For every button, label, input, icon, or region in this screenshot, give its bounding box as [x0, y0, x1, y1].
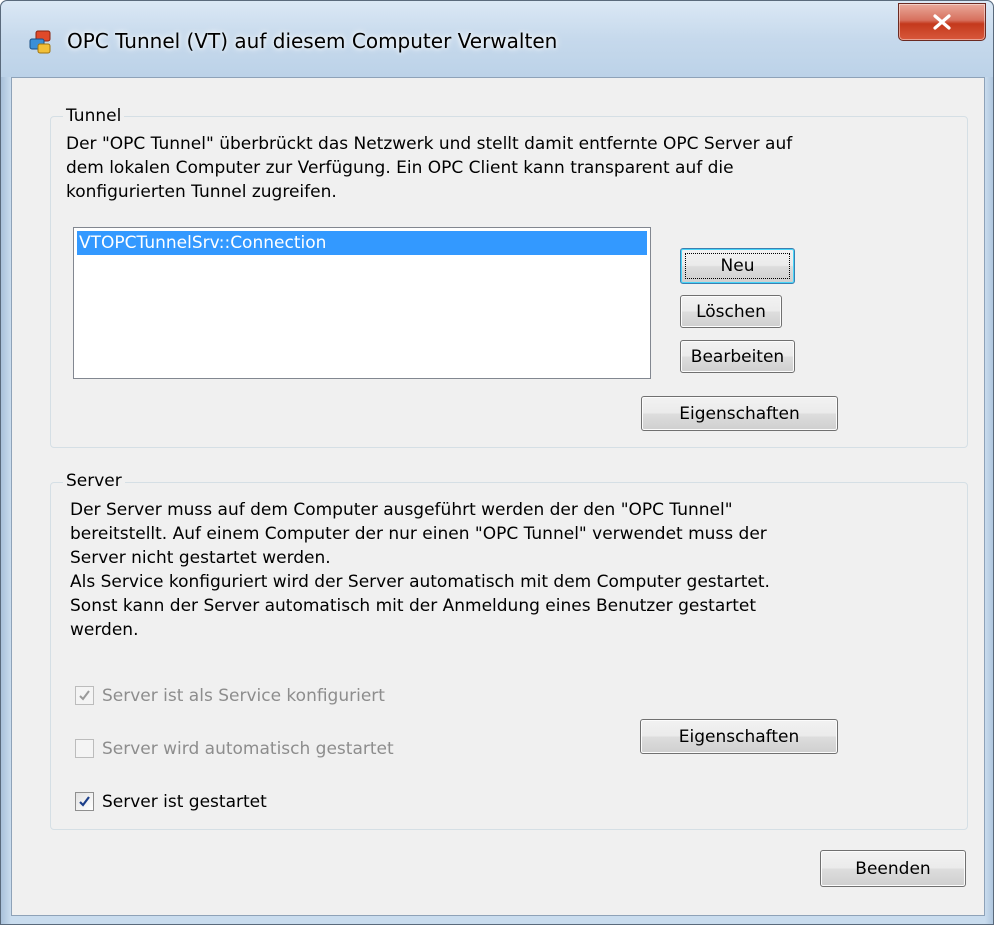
checkmark-icon: [79, 690, 90, 701]
tunnel-list-item[interactable]: VTOPCTunnelSrv::Connection: [77, 231, 647, 255]
server-description-line: Der Server muss auf dem Computer ausgefü…: [70, 500, 733, 520]
new-tunnel-button[interactable]: Neu: [680, 248, 795, 284]
tunnel-description-line: Der "OPC Tunnel" überbrückt das Netzwerk…: [66, 134, 793, 154]
edit-tunnel-button[interactable]: Bearbeiten: [680, 340, 795, 373]
opc-app-icon: [29, 30, 51, 54]
tunnel-listbox[interactable]: VTOPCTunnelSrv::Connection: [73, 227, 651, 379]
autostart-checkbox[interactable]: [75, 739, 94, 758]
autostart-checkbox-row: Server wird automatisch gestartet: [75, 738, 455, 762]
server-description-line: Als Service konfiguriert wird der Server…: [70, 572, 770, 592]
new-tunnel-button-label: Neu: [720, 256, 755, 276]
server-group-label: Server: [63, 471, 125, 491]
server-started-checkbox-row: Server ist gestartet: [75, 791, 375, 815]
tunnel-group-label: Tunnel: [63, 106, 125, 126]
server-properties-button[interactable]: Eigenschaften: [640, 719, 838, 754]
window-title: OPC Tunnel (VT) auf diesem Computer Verw…: [67, 29, 558, 53]
server-description-line: Server nicht gestartet werden.: [70, 548, 331, 568]
autostart-label: Server wird automatisch gestartet: [102, 739, 394, 759]
dialog-window: OPC Tunnel (VT) auf diesem Computer Verw…: [0, 0, 994, 925]
title-bar[interactable]: OPC Tunnel (VT) auf diesem Computer Verw…: [1, 1, 993, 77]
exit-button[interactable]: Beenden: [820, 850, 966, 887]
close-icon: [933, 14, 951, 30]
delete-tunnel-button[interactable]: Löschen: [680, 295, 782, 328]
server-description-line: werden.: [70, 620, 139, 640]
server-description-line: Sonst kann der Server automatisch mit de…: [70, 596, 757, 616]
server-started-label: Server ist gestartet: [102, 792, 267, 812]
tunnel-description-line: konfigurierten Tunnel zugreifen.: [66, 182, 337, 202]
server-description-line: bereitstellt. Auf einem Computer der nur…: [70, 524, 767, 544]
close-button[interactable]: [898, 3, 986, 41]
tunnel-properties-button[interactable]: Eigenschaften: [641, 396, 838, 431]
server-description: Der Server muss auf dem Computer ausgefü…: [70, 498, 770, 642]
server-started-checkbox[interactable]: [75, 792, 94, 811]
tunnel-description: Der "OPC Tunnel" überbrückt das Netzwerk…: [66, 132, 792, 204]
checkmark-icon: [79, 796, 90, 807]
service-configured-checkbox-row: Server ist als Service konfiguriert: [75, 685, 455, 709]
service-configured-label: Server ist als Service konfiguriert: [102, 686, 385, 706]
tunnel-description-line: dem lokalen Computer zur Verfügung. Ein …: [66, 158, 734, 178]
service-configured-checkbox[interactable]: [75, 686, 94, 705]
dialog-client-area: Tunnel Der "OPC Tunnel" überbrückt das N…: [11, 77, 985, 916]
